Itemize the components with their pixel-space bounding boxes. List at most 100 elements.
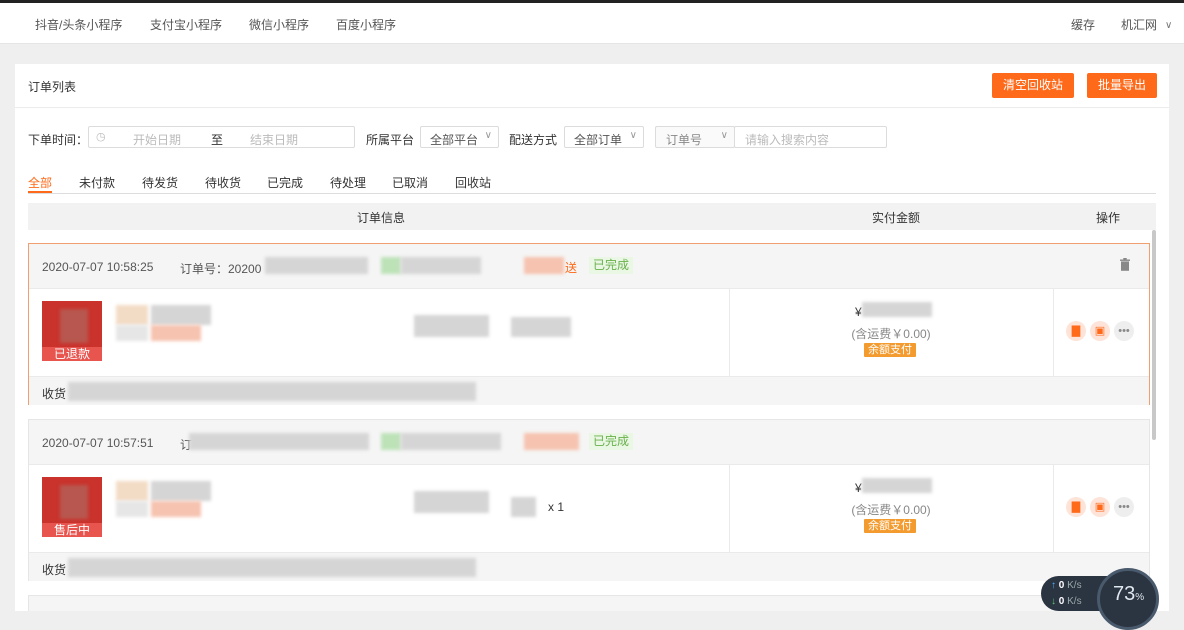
redacted-order-number	[189, 433, 369, 450]
redacted-address	[68, 382, 476, 401]
refund-tag: 已退款	[42, 347, 102, 361]
tab-completed[interactable]: 已完成	[267, 174, 303, 191]
panel-header: 订单列表 清空回收站 批量导出	[15, 64, 1169, 108]
redacted-delivery-method	[524, 433, 579, 450]
start-date-input[interactable]: 开始日期	[133, 131, 181, 148]
date-range-separator: 至	[211, 133, 224, 147]
tab-all[interactable]: 全部	[28, 174, 53, 193]
batch-export-button[interactable]: 批量导出	[1087, 73, 1158, 98]
shipping-fee: (含运费￥0.00)	[851, 503, 931, 517]
delivery-method-text: 送	[565, 261, 578, 275]
search-type-select[interactable]: 订单号 ∨	[655, 126, 735, 148]
order-card[interactable]	[28, 595, 1150, 611]
redacted-product-image	[60, 485, 88, 519]
nav-alipay-miniprogram[interactable]: 支付宝小程序	[150, 16, 222, 33]
delivery-select[interactable]: 全部订单 ∨	[564, 126, 644, 148]
order-number: 订单号：20200	[180, 262, 262, 276]
chevron-down-icon: ∨	[720, 130, 728, 141]
nav-douyin-miniprogram[interactable]: 抖音/头条小程序	[35, 16, 122, 33]
redacted-price	[414, 491, 489, 513]
scrollbar[interactable]	[1152, 230, 1156, 440]
account-menu[interactable]: 机汇网 ∨	[1121, 16, 1172, 33]
cache-link[interactable]: 缓存	[1071, 16, 1095, 33]
order-card[interactable]: 2020-07-07 10:58:25 订单号：20200 送 已完成 已退款	[28, 243, 1150, 405]
quantity-text: x 1	[548, 500, 565, 514]
table-header: 订单信息 实付金额 操作	[28, 203, 1156, 230]
redacted-title	[116, 481, 148, 501]
memory-gauge[interactable]: 73%	[1097, 568, 1159, 630]
nav-baidu-miniprogram[interactable]: 百度小程序	[336, 16, 396, 33]
redacted-address	[68, 558, 476, 577]
search-input-placeholder: 请输入搜索内容	[745, 133, 830, 147]
redacted-quantity	[511, 497, 536, 517]
consignee-row: 收货	[29, 553, 1149, 581]
redacted-spec	[116, 501, 148, 517]
page-title: 订单列表	[28, 80, 77, 94]
order-header: 2020-07-07 10:57:51 订 已完成	[29, 420, 1149, 465]
order-body: 售后中 x 1 ¥ (含运费￥0.00) 余额支付 ▇ ▣ •••	[29, 465, 1149, 553]
tab-unpaid[interactable]: 未付款	[79, 174, 115, 191]
tab-to-receive[interactable]: 待收货	[205, 174, 241, 191]
message-icon[interactable]: ▣	[1090, 497, 1110, 517]
order-card[interactable]: 2020-07-07 10:57:51 订 已完成 售后中 x 1 ¥ (含运费…	[28, 419, 1150, 581]
header-operations: 操作	[1096, 211, 1121, 225]
redacted-platform-icon	[381, 433, 401, 450]
header-paid-amount: 实付金额	[872, 211, 921, 225]
redacted-quantity	[511, 317, 571, 337]
order-date: 2020-07-07 10:58:25	[42, 260, 154, 274]
after-sale-tag: 售后中	[42, 523, 102, 537]
tab-recycle-bin[interactable]: 回收站	[455, 174, 491, 191]
header-order-info: 订单信息	[357, 211, 406, 225]
shipping-fee: (含运费￥0.00)	[851, 327, 931, 341]
tab-pending[interactable]: 待处理	[330, 174, 366, 191]
date-range-picker[interactable]: ◷ 开始日期 至 结束日期	[88, 126, 355, 148]
status-tabs: 全部 未付款 待发货 待收货 已完成 待处理 已取消 回收站	[28, 174, 1156, 194]
redacted-amount	[862, 478, 932, 493]
consignee-row: 收货	[29, 377, 1149, 405]
redacted-product-image	[60, 309, 88, 343]
clear-recycle-bin-button[interactable]: 清空回收站	[992, 73, 1075, 98]
print-icon[interactable]: ▇	[1066, 321, 1086, 341]
nav-wechat-miniprogram[interactable]: 微信小程序	[249, 16, 309, 33]
order-time-label: 下单时间：	[28, 133, 89, 147]
upload-arrow-icon: ↑	[1051, 580, 1056, 591]
print-icon[interactable]: ▇	[1066, 497, 1086, 517]
site-name: 机汇网	[1121, 18, 1158, 32]
redacted-platform-name	[401, 433, 501, 450]
redacted-spec	[116, 325, 148, 341]
gauge-value: 73%	[1113, 583, 1145, 605]
amount-currency: ¥	[855, 305, 862, 319]
product-thumbnail[interactable]: 已退款	[42, 301, 102, 361]
upload-speed: ↑ 0 K/s	[1051, 580, 1082, 591]
payment-method-badge: 余额支付	[864, 343, 916, 357]
status-badge: 已完成	[589, 257, 634, 274]
redacted-price	[414, 315, 489, 337]
trash-icon[interactable]	[1119, 258, 1131, 271]
payment-method-badge: 余额支付	[864, 519, 916, 533]
redacted-spec	[151, 501, 201, 517]
platform-select-value: 全部平台	[430, 133, 479, 147]
amount-currency: ¥	[855, 481, 862, 495]
platform-label: 所属平台	[366, 133, 415, 147]
order-header: 2020-07-07 10:58:25 订单号：20200 送 已完成	[29, 244, 1149, 289]
top-navigation: 抖音/头条小程序 支付宝小程序 微信小程序 百度小程序 缓存 机汇网 ∨	[0, 3, 1184, 44]
end-date-input[interactable]: 结束日期	[250, 131, 298, 148]
message-icon[interactable]: ▣	[1090, 321, 1110, 341]
redacted-platform-name	[401, 257, 481, 274]
more-icon[interactable]: •••	[1114, 321, 1134, 341]
chevron-down-icon: ∨	[484, 130, 492, 141]
more-icon[interactable]: •••	[1114, 497, 1134, 517]
delivery-select-value: 全部订单	[574, 133, 623, 147]
search-input[interactable]: 请输入搜索内容	[734, 126, 887, 148]
filter-bar: 下单时间： ◷ 开始日期 至 结束日期 所属平台 全部平台 ∨ 配送方式 全部订…	[28, 126, 1156, 150]
redacted-title	[116, 305, 148, 325]
order-list-panel: 订单列表 清空回收站 批量导出 下单时间： ◷ 开始日期 至 结束日期 所属平台…	[15, 64, 1169, 611]
platform-select[interactable]: 全部平台 ∨	[420, 126, 499, 148]
redacted-title	[151, 481, 211, 501]
product-thumbnail[interactable]: 售后中	[42, 477, 102, 537]
redacted-delivery-method	[524, 257, 564, 274]
tab-cancelled[interactable]: 已取消	[392, 174, 428, 191]
tab-to-ship[interactable]: 待发货	[142, 174, 178, 191]
chevron-down-icon: ∨	[1165, 20, 1173, 31]
status-badge: 已完成	[589, 433, 634, 450]
